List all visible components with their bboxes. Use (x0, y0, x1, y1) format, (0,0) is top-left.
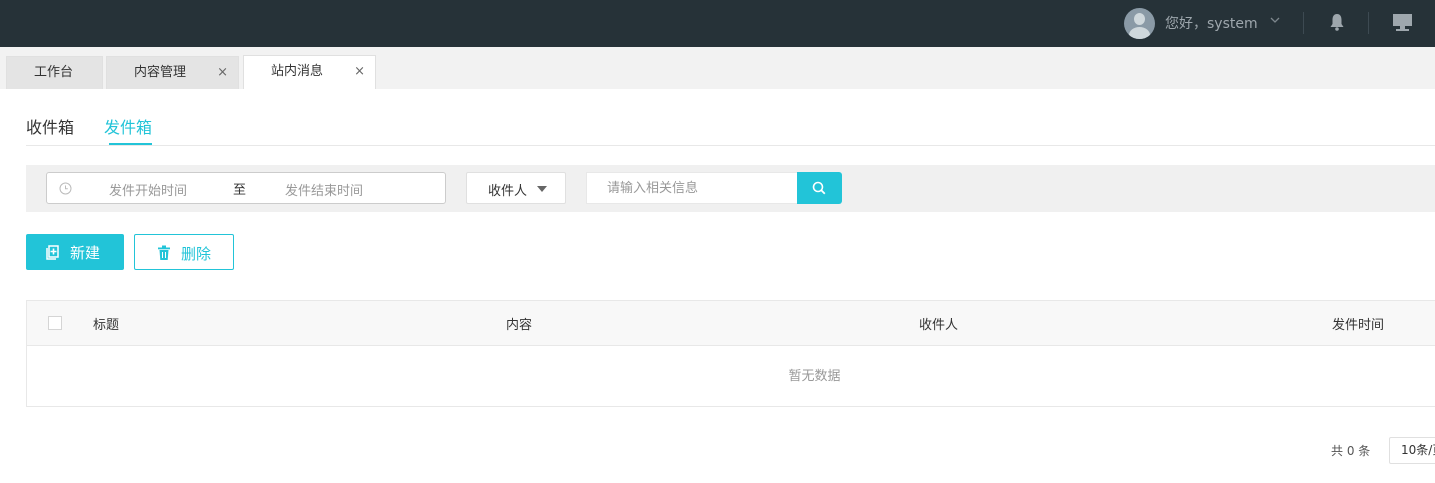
user-menu[interactable]: 您好，system (1124, 7, 1258, 39)
search-field-select[interactable]: 收件人 (466, 172, 566, 204)
tab-label: 内容管理 (134, 65, 187, 80)
page-size-select[interactable]: 10条/页 (1389, 437, 1435, 464)
close-icon[interactable]: × (217, 57, 228, 89)
tab-inbox[interactable]: 收件箱 (26, 114, 74, 138)
tabs-divider (26, 145, 1435, 146)
header-divider (1368, 12, 1369, 34)
messages-table: 标题 内容 收件人 发件时间 暂无数据 (26, 300, 1435, 407)
column-send-time: 发件时间 (1332, 318, 1385, 333)
avatar[interactable] (1124, 7, 1155, 39)
empty-text: 暂无数据 (788, 369, 841, 384)
tab-content-management[interactable]: 内容管理 × (106, 56, 239, 89)
empty-state: 暂无数据 (27, 347, 1435, 407)
tab-label: 工作台 (34, 65, 74, 80)
new-button-label: 新建 (70, 244, 101, 262)
header-divider (1303, 12, 1304, 34)
tab-workbench[interactable]: 工作台 (6, 56, 103, 89)
add-file-icon (46, 245, 59, 260)
date-separator: 至 (233, 183, 247, 198)
new-button[interactable]: 新建 (26, 234, 124, 270)
bell-icon[interactable] (1329, 13, 1345, 31)
table-header: 标题 内容 收件人 发件时间 (27, 301, 1435, 346)
active-tab-indicator (109, 143, 152, 145)
total-count: 共 0 条 (1331, 444, 1371, 458)
chevron-down-icon[interactable] (1270, 15, 1280, 25)
delete-button[interactable]: 删除 (134, 234, 234, 270)
filter-bar: 发件开始时间 至 发件结束时间 收件人 (26, 165, 1435, 212)
date-range-picker[interactable]: 发件开始时间 至 发件结束时间 (46, 172, 446, 204)
top-header: 您好，system (0, 0, 1435, 47)
search-field-value: 收件人 (488, 184, 528, 199)
date-end-input[interactable]: 发件结束时间 (285, 180, 363, 199)
column-recipient: 收件人 (919, 318, 959, 333)
page-tabs: 工作台 内容管理 × 站内消息 × (0, 47, 1435, 89)
column-content: 内容 (506, 318, 533, 333)
user-greeting[interactable]: 您好，system (1165, 13, 1258, 33)
select-all-checkbox[interactable] (48, 316, 62, 330)
tab-site-messages[interactable]: 站内消息 × (243, 55, 376, 89)
caret-down-icon (537, 186, 547, 192)
delete-button-label: 删除 (181, 245, 212, 263)
search-icon (812, 181, 826, 195)
tab-outbox[interactable]: 发件箱 (104, 114, 152, 138)
monitor-icon[interactable] (1392, 13, 1413, 32)
trash-icon (158, 245, 170, 260)
date-start-input[interactable]: 发件开始时间 (109, 180, 187, 199)
search-button[interactable] (797, 172, 842, 204)
search-input[interactable] (586, 172, 798, 204)
clock-icon (59, 182, 72, 195)
close-icon[interactable]: × (354, 56, 365, 88)
column-title: 标题 (93, 318, 120, 333)
tab-label: 站内消息 (271, 64, 324, 79)
